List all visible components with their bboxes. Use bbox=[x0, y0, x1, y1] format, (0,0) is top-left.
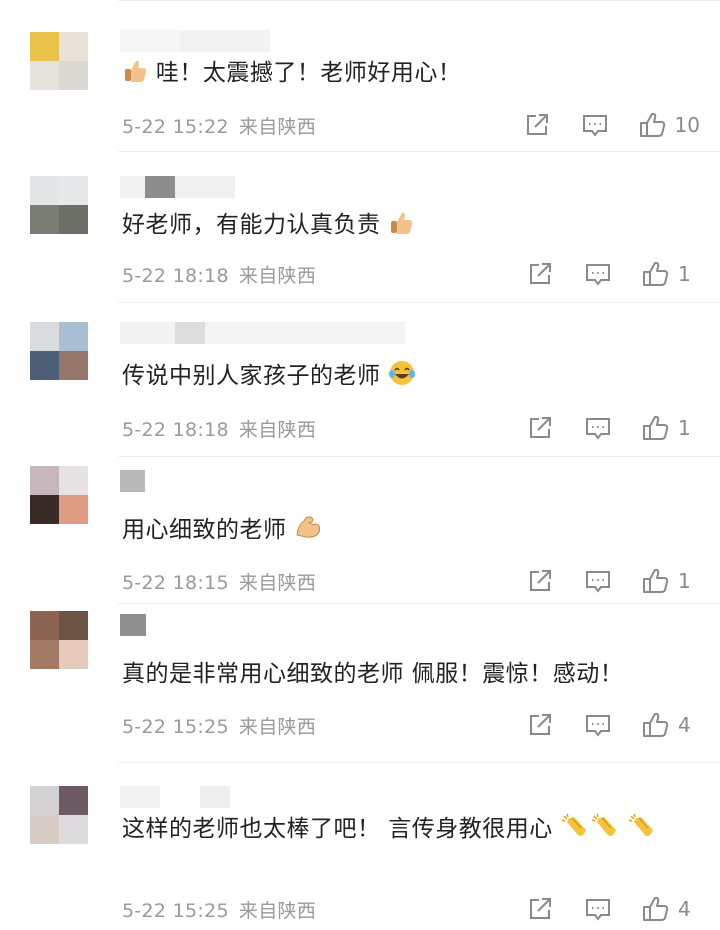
comment-location: 来自陕西 bbox=[238, 572, 317, 594]
avatar[interactable] bbox=[30, 322, 88, 380]
comment-date: 5-22 15:25 bbox=[122, 900, 229, 922]
comment-meta: 5-22 15:25 来自陕西 bbox=[122, 712, 316, 739]
comment-actions: 1 bbox=[526, 413, 700, 443]
share-icon[interactable] bbox=[526, 895, 554, 923]
like-count: 10 bbox=[674, 113, 700, 137]
username-blurred[interactable] bbox=[120, 786, 230, 808]
comment-location: 来自陕西 bbox=[238, 419, 317, 441]
comment-icon[interactable] bbox=[584, 567, 612, 595]
comment-icon[interactable] bbox=[584, 895, 612, 923]
comment-date: 5-22 18:18 bbox=[122, 265, 229, 287]
comment-divider bbox=[118, 456, 720, 457]
comment-date: 5-22 18:15 bbox=[122, 572, 229, 594]
username-blurred[interactable] bbox=[120, 614, 146, 636]
comment-meta: 5-22 18:18 来自陕西 bbox=[122, 261, 316, 288]
comment-text: 用心细致的老师 bbox=[122, 513, 700, 551]
thumbs-up-emoji bbox=[388, 210, 414, 246]
like-count: 4 bbox=[678, 897, 691, 921]
comment-meta: 5-22 15:25 来自陕西 bbox=[122, 896, 316, 923]
comment-divider bbox=[118, 603, 720, 604]
comment-actions: 4 bbox=[526, 894, 700, 924]
like-count: 1 bbox=[678, 262, 691, 286]
username-blurred[interactable] bbox=[120, 176, 235, 198]
comment-text: 真的是非常用心细致的老师 佩服！震惊！感动！ bbox=[122, 661, 624, 687]
top-divider bbox=[118, 0, 720, 1]
avatar[interactable] bbox=[30, 176, 88, 234]
comment-text: 哇！太震撼了！老师好用心！ bbox=[122, 56, 700, 94]
comment-meta: 5-22 15:22 来自陕西 bbox=[122, 112, 316, 139]
avatar[interactable] bbox=[30, 466, 88, 524]
clapping-hands-emoji bbox=[628, 812, 658, 850]
username-blurred[interactable] bbox=[120, 30, 270, 52]
like-count: 1 bbox=[678, 569, 691, 593]
like-icon[interactable] bbox=[642, 567, 670, 595]
username-blurred[interactable] bbox=[120, 470, 145, 492]
comment-icon[interactable] bbox=[584, 260, 612, 288]
share-icon[interactable] bbox=[526, 414, 554, 442]
avatar[interactable] bbox=[30, 611, 88, 669]
like-icon[interactable] bbox=[642, 414, 670, 442]
comment-date: 5-22 18:18 bbox=[122, 419, 229, 441]
comment-actions: 4 bbox=[526, 710, 700, 740]
comment-text: 这样的老师也太棒了吧！ 言传身教很用心 bbox=[122, 812, 700, 850]
username-blurred[interactable] bbox=[120, 322, 405, 344]
comment-icon[interactable] bbox=[584, 711, 612, 739]
like-count: 1 bbox=[678, 416, 691, 440]
avatar[interactable] bbox=[30, 786, 88, 844]
like-icon[interactable] bbox=[642, 895, 670, 923]
avatar[interactable] bbox=[30, 32, 88, 90]
comment-icon[interactable] bbox=[581, 111, 609, 139]
comment-date: 5-22 15:25 bbox=[122, 716, 229, 738]
like-count: 4 bbox=[678, 713, 691, 737]
share-icon[interactable] bbox=[523, 111, 551, 139]
comment-actions: 10 bbox=[523, 110, 700, 140]
comment-meta: 5-22 18:15 来自陕西 bbox=[122, 568, 316, 595]
comment-divider bbox=[118, 302, 720, 303]
comment-location: 来自陕西 bbox=[238, 116, 317, 138]
like-icon[interactable] bbox=[642, 711, 670, 739]
share-icon[interactable] bbox=[526, 711, 554, 739]
comment-divider bbox=[118, 762, 720, 763]
comment-location: 来自陕西 bbox=[238, 900, 317, 922]
share-icon[interactable] bbox=[526, 260, 554, 288]
share-icon[interactable] bbox=[526, 567, 554, 595]
comment-icon[interactable] bbox=[584, 414, 612, 442]
flexed-biceps-emoji bbox=[294, 513, 322, 551]
comment-location: 来自陕西 bbox=[238, 716, 317, 738]
comment-meta: 5-22 18:18 来自陕西 bbox=[122, 415, 316, 442]
thumbs-up-emoji bbox=[122, 58, 148, 94]
like-icon[interactable] bbox=[642, 260, 670, 288]
comment-text: 好老师，有能力认真负责 bbox=[122, 208, 700, 246]
comment-date: 5-22 15:22 bbox=[122, 116, 229, 138]
comment-actions: 1 bbox=[526, 259, 700, 289]
comment-location: 来自陕西 bbox=[238, 265, 317, 287]
comment-text: 传说中别人家孩子的老师 bbox=[122, 359, 700, 397]
comment-actions: 1 bbox=[526, 566, 700, 596]
laugh-cry-emoji bbox=[388, 359, 416, 397]
clapping-hands-emoji bbox=[591, 812, 621, 850]
clapping-hands-emoji bbox=[561, 812, 591, 850]
comment-divider bbox=[118, 151, 720, 152]
like-icon[interactable] bbox=[639, 111, 667, 139]
